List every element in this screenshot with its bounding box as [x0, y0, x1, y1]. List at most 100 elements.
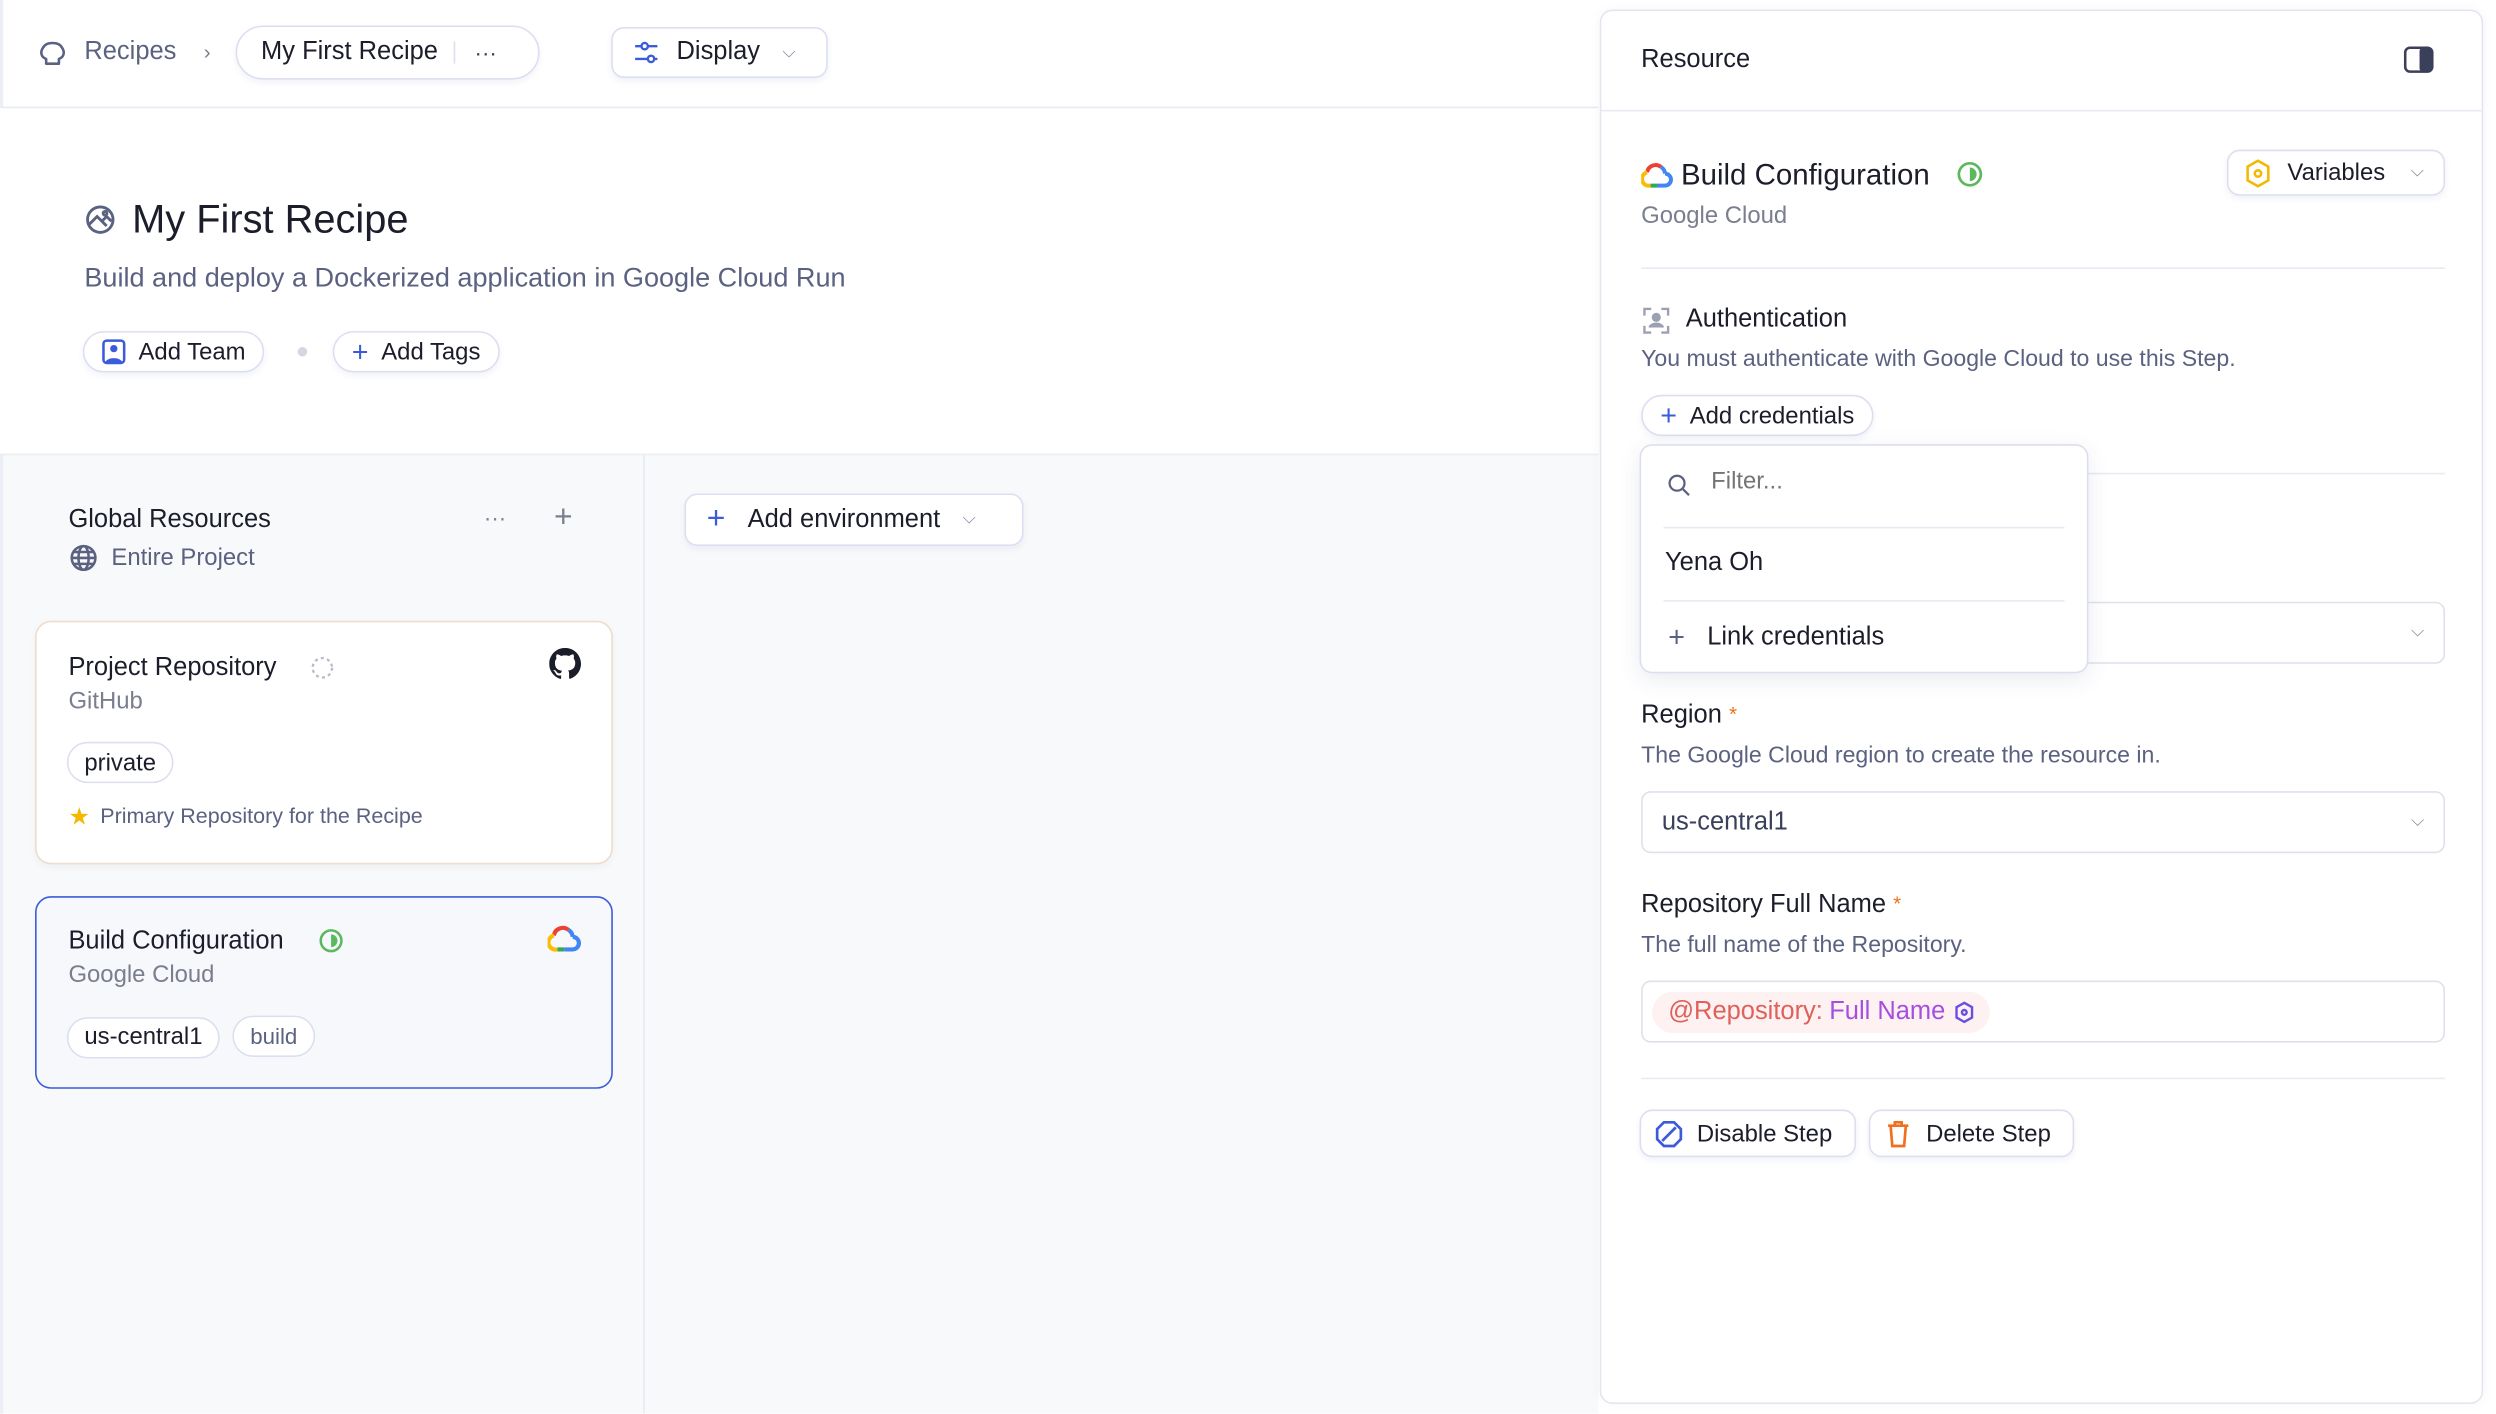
plus-icon: + — [1660, 398, 1677, 431]
resource-card-project-repository[interactable]: Project Repository GitHub private ★ Prim… — [35, 620, 613, 865]
add-credentials-label: Add credentials — [1689, 401, 1855, 429]
plus-icon: + — [1668, 620, 1685, 653]
global-scope: Entire Project — [111, 544, 255, 572]
repo-description: The full name of the Repository. — [1641, 932, 1967, 959]
card-tags: private — [66, 741, 186, 784]
divider — [1663, 526, 2065, 529]
card-title: Project Repository — [68, 654, 277, 682]
github-icon — [549, 647, 582, 680]
credentials-dropdown: Yena Oh + Link credentials — [1639, 444, 2089, 674]
add-environment-button[interactable]: + Add environment ⌵ — [684, 493, 1024, 546]
disable-icon — [1655, 1120, 1683, 1147]
resource-card-build-configuration[interactable]: Build Configuration Google Cloud us-cent… — [35, 896, 613, 1089]
toggle-panel-icon[interactable] — [2403, 46, 2434, 73]
repo-label-text: Repository Full Name — [1641, 891, 1887, 919]
active-status-icon — [318, 928, 343, 953]
credential-option[interactable]: Yena Oh — [1665, 549, 1763, 578]
add-credentials-button[interactable]: + Add credentials — [1641, 394, 1874, 437]
repo-full-name-input[interactable]: @Repository: Full Name — [1641, 980, 2446, 1043]
sliders-icon — [632, 38, 661, 67]
divider — [1641, 267, 2446, 270]
disable-step-label: Disable Step — [1696, 1119, 1833, 1147]
authentication-icon — [1643, 307, 1670, 334]
chevron-down-icon: ⌵ — [962, 509, 976, 529]
authentication-description: You must authenticate with Google Cloud … — [1641, 347, 2236, 373]
variable-chip[interactable]: @Repository: Full Name — [1652, 990, 1990, 1033]
global-resources-title: Global Resources — [68, 506, 271, 534]
resource-panel: Resource Build Configuration Google Clou… — [1599, 9, 2484, 1404]
add-team-label: Add Team — [138, 338, 246, 366]
card-title: Build Configuration — [68, 928, 284, 956]
divider — [1641, 1077, 2446, 1080]
card-provider: GitHub — [68, 687, 143, 715]
more-icon[interactable]: ··· — [475, 40, 497, 65]
delete-step-button[interactable]: Delete Step — [1868, 1109, 2075, 1158]
filter-input[interactable] — [1711, 467, 2062, 496]
repo-label: Repository Full Name * — [1641, 891, 1901, 920]
divider — [1663, 600, 2065, 602]
required-marker: * — [1728, 701, 1738, 726]
region-value: us-central1 — [1661, 807, 1788, 835]
display-button[interactable]: Display ⌵ — [611, 27, 828, 78]
app-window: Recipes › My First Recipe ··· Display ⌵ … — [0, 0, 2496, 1414]
link-credentials-label: Link credentials — [1707, 623, 1885, 651]
recipes-icon — [37, 38, 69, 70]
breadcrumb-current[interactable]: My First Recipe ··· — [235, 25, 540, 80]
delete-step-label: Delete Step — [1926, 1119, 2051, 1147]
add-team-button[interactable]: Add Team — [82, 331, 265, 373]
more-icon[interactable]: ··· — [484, 505, 506, 530]
tag-build: build — [232, 1015, 315, 1057]
add-environment-label: Add environment — [747, 505, 941, 533]
tag-private: private — [66, 741, 174, 784]
divider — [453, 41, 456, 64]
chip-value: Full Name — [1829, 997, 1946, 1025]
display-label: Display — [676, 38, 761, 66]
active-status-icon — [1956, 161, 1983, 188]
region-description: The Google Cloud region to create the re… — [1641, 743, 2161, 769]
region-label-text: Region — [1641, 701, 1722, 730]
chevron-down-icon: ⌵ — [782, 42, 796, 62]
disable-step-button[interactable]: Disable Step — [1639, 1109, 1857, 1158]
variable-icon — [1955, 1000, 1974, 1023]
chip-prefix: @Repository: — [1668, 997, 1823, 1025]
card-note: Primary Repository for the Recipe — [100, 803, 423, 828]
link-credentials-option[interactable]: + Link credentials — [1668, 621, 1884, 654]
chevron-down-icon: ⌵ — [2410, 162, 2424, 182]
globe-icon — [70, 544, 97, 572]
separator-dot — [297, 347, 308, 357]
authentication-title: Authentication — [1685, 305, 1848, 333]
google-cloud-icon — [547, 923, 581, 952]
required-marker: * — [1893, 891, 1902, 916]
region-label: Region * — [1641, 702, 1737, 731]
chevron-down-icon: ⌵ — [2411, 811, 2425, 831]
breadcrumb-chevron-icon: › — [203, 39, 211, 64]
variables-button[interactable]: Variables ⌵ — [2226, 149, 2446, 196]
chevron-down-icon: ⌵ — [2411, 622, 2425, 642]
panel-header-title: Resource — [1641, 46, 1751, 74]
pending-status-icon — [310, 656, 334, 680]
breadcrumb-current-label: My First Recipe — [261, 38, 438, 66]
tag-region: us-central1 — [66, 1016, 220, 1058]
variable-icon — [2244, 158, 2271, 187]
card-tags: us-central1 build — [66, 1015, 328, 1058]
panel-provider: Google Cloud — [1641, 202, 1788, 230]
add-resource-button[interactable]: + — [554, 500, 573, 537]
google-cloud-icon — [1641, 161, 1673, 188]
recipe-icon — [84, 204, 116, 236]
plus-icon: + — [351, 335, 369, 367]
divider — [1601, 109, 2482, 112]
page-title: My First Recipe — [132, 197, 409, 242]
panel-resource-title: Build Configuration — [1680, 157, 1930, 192]
search-icon — [1667, 473, 1691, 497]
variables-label: Variables — [2287, 159, 2386, 187]
plus-icon: + — [706, 501, 726, 537]
recipe-description: Build and deploy a Dockerized applicatio… — [84, 262, 846, 293]
add-tags-label: Add Tags — [381, 338, 481, 366]
add-tags-button[interactable]: + Add Tags — [332, 331, 500, 373]
star-icon: ★ — [68, 803, 90, 831]
trash-icon — [1886, 1120, 1910, 1147]
breadcrumb-recipes[interactable]: Recipes — [84, 38, 176, 67]
card-provider: Google Cloud — [68, 961, 215, 989]
team-icon — [102, 339, 126, 365]
region-select[interactable]: us-central1 ⌵ — [1641, 791, 2446, 854]
